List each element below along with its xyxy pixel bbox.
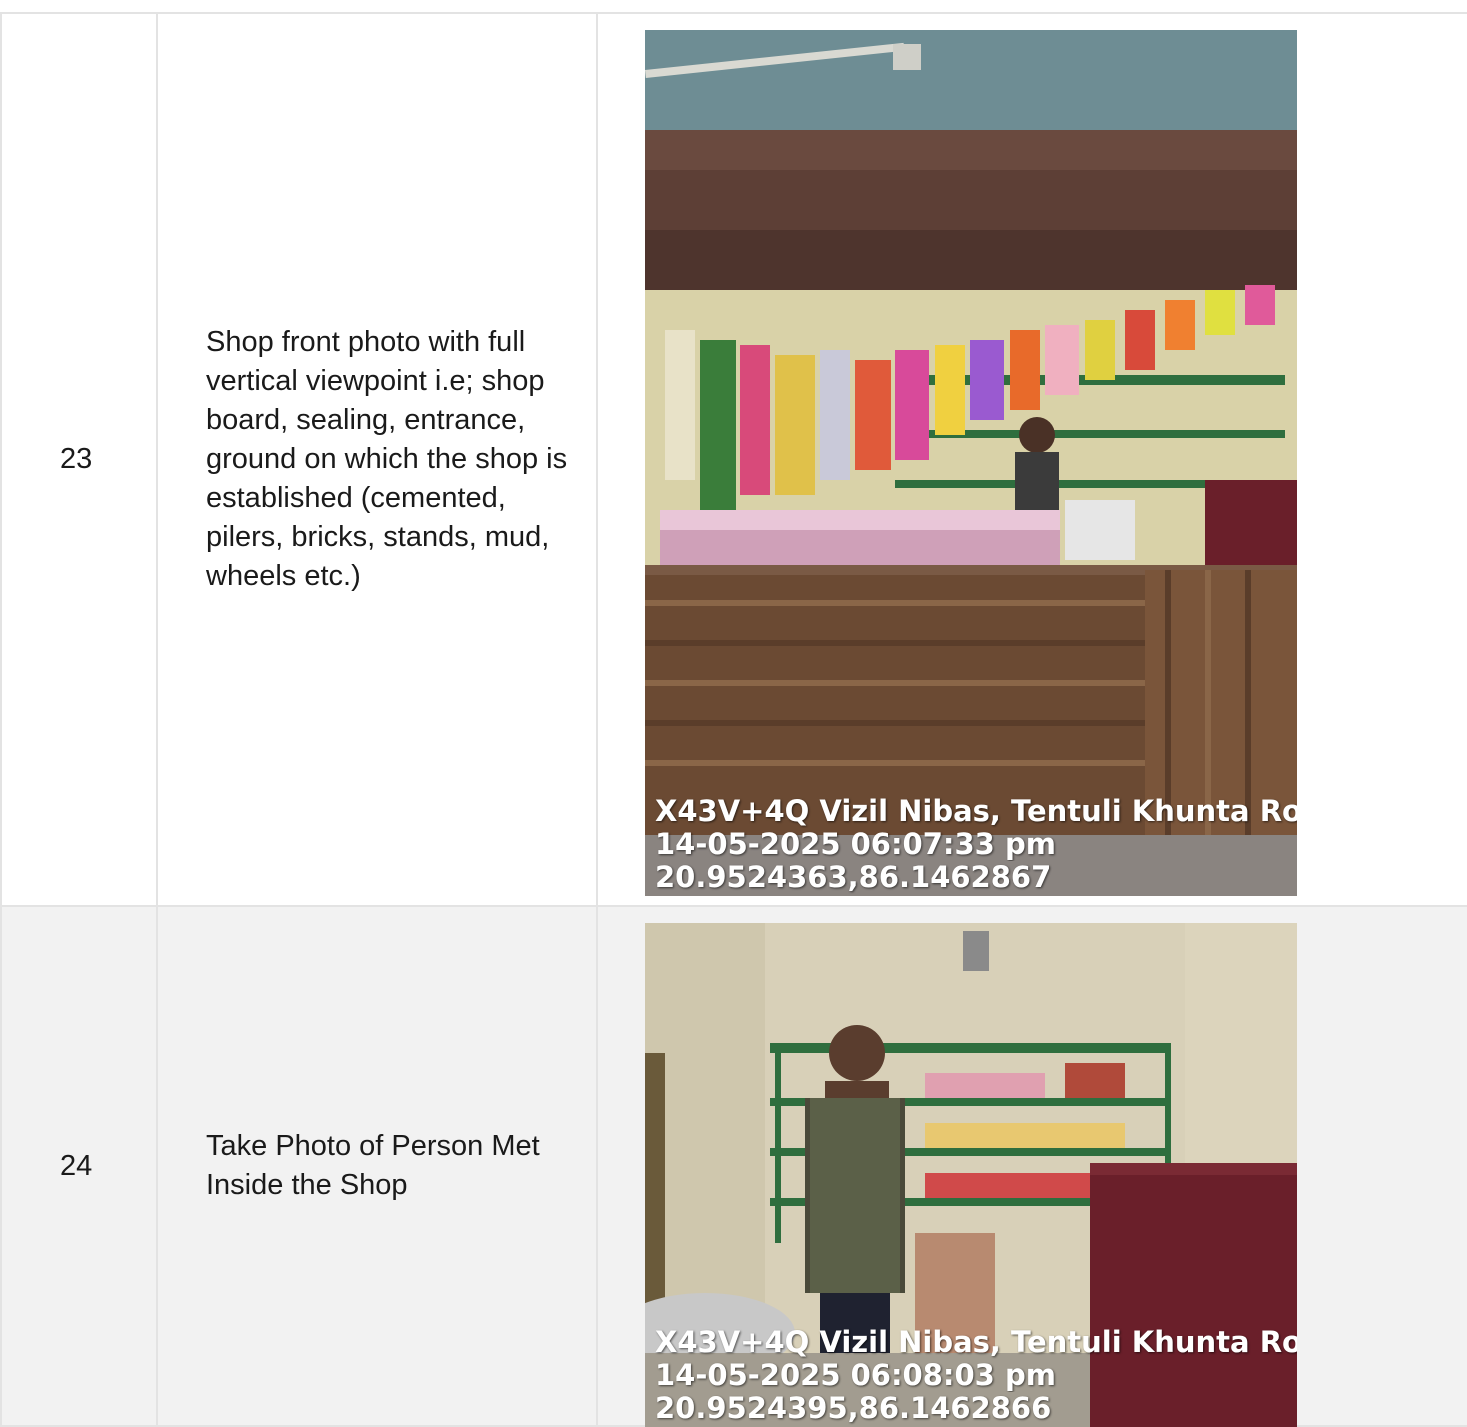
stamp-coordinates: 20.9524363,86.1462867 — [655, 861, 1052, 894]
photo-geotag-stamp: X43V+4Q Vizil Nibas, Tentuli Khunta Roa … — [655, 1326, 1297, 1425]
stamp-datetime: 14-05-2025 06:08:03 pm — [655, 1359, 1056, 1392]
stamp-coordinates: 20.9524395,86.1462866 — [655, 1392, 1052, 1425]
row-number: 24 — [0, 905, 158, 1427]
photo-report-table: 23 Shop front photo with full vertical v… — [0, 12, 1467, 1427]
row-number: 23 — [0, 12, 158, 907]
stamp-datetime: 14-05-2025 06:07:33 pm — [655, 828, 1056, 861]
table-row: 24 Take Photo of Person Met Inside the S… — [0, 905, 1467, 1427]
photo-geotag-stamp: X43V+4Q Vizil Nibas, Tentuli Khunta Roa … — [655, 795, 1297, 894]
shop-front-photo: X43V+4Q Vizil Nibas, Tentuli Khunta Roa … — [645, 30, 1297, 896]
row-description: Shop front photo with full vertical view… — [156, 12, 598, 907]
stamp-address: X43V+4Q Vizil Nibas, Tentuli Khunta Roa — [655, 795, 1297, 828]
shop-front-photo-image — [645, 30, 1297, 896]
person-met-photo: X43V+4Q Vizil Nibas, Tentuli Khunta Roa … — [645, 923, 1297, 1427]
photo-cell: X43V+4Q Vizil Nibas, Tentuli Khunta Roa … — [596, 905, 1467, 1427]
row-description: Take Photo of Person Met Inside the Shop — [156, 905, 598, 1427]
table-row: 23 Shop front photo with full vertical v… — [0, 12, 1467, 907]
stamp-address: X43V+4Q Vizil Nibas, Tentuli Khunta Roa — [655, 1326, 1297, 1359]
photo-cell: X43V+4Q Vizil Nibas, Tentuli Khunta Roa … — [596, 12, 1467, 907]
